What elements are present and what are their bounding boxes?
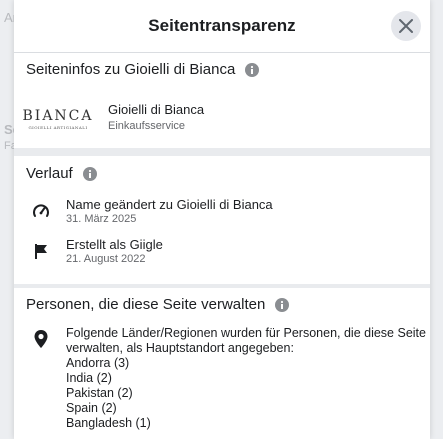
history-heading: Verlauf	[26, 165, 73, 182]
page-category: Einkaufsservice	[108, 120, 186, 132]
history-item-date: 21. August 2022	[66, 253, 146, 265]
managers-intro: verwalten, als Hauptstandort angegeben:	[66, 341, 294, 355]
country-item: Spain (2)	[66, 401, 117, 415]
page-logo: BIANCA GIOIELLI ARTIGIANALI	[22, 107, 94, 130]
section-heading: Seiteninfos zu Gioielli di Bianca	[26, 61, 260, 78]
page-transparency-dialog: Seitentransparenz Seiteninfos zu Gioiell…	[14, 0, 430, 439]
country-item: Pakistan (2)	[66, 386, 133, 400]
history-item-title: Name geändert zu Gioielli di Bianca	[66, 197, 273, 212]
name-change-icon	[31, 201, 51, 221]
country-item: Bangladesh (1)	[66, 416, 151, 430]
dialog-title: Seitentransparenz	[148, 16, 296, 35]
country-item: Andorra (3)	[66, 356, 130, 370]
dialog-header: Seitentransparenz	[14, 0, 430, 53]
managers-intro: Folgende Länder/Regionen wurden für Pers…	[66, 326, 426, 340]
flag-icon	[31, 241, 51, 261]
info-icon[interactable]	[245, 62, 260, 77]
location-pin-icon	[31, 329, 51, 349]
info-icon[interactable]	[82, 166, 97, 181]
history-item-date: 31. März 2025	[66, 213, 137, 225]
page-name: Gioielli di Bianca	[108, 102, 205, 117]
country-item: India (2)	[66, 371, 112, 385]
section-heading: Personen, die diese Seite verwalten	[26, 296, 290, 313]
close-button[interactable]	[391, 11, 421, 41]
close-icon	[399, 19, 413, 33]
section-heading: Verlauf	[26, 165, 97, 182]
info-icon[interactable]	[275, 297, 290, 312]
history-item-title: Erstellt als Giigle	[66, 237, 163, 252]
page-info-heading: Seiteninfos zu Gioielli di Bianca	[26, 61, 236, 78]
managers-heading: Personen, die diese Seite verwalten	[26, 296, 266, 313]
